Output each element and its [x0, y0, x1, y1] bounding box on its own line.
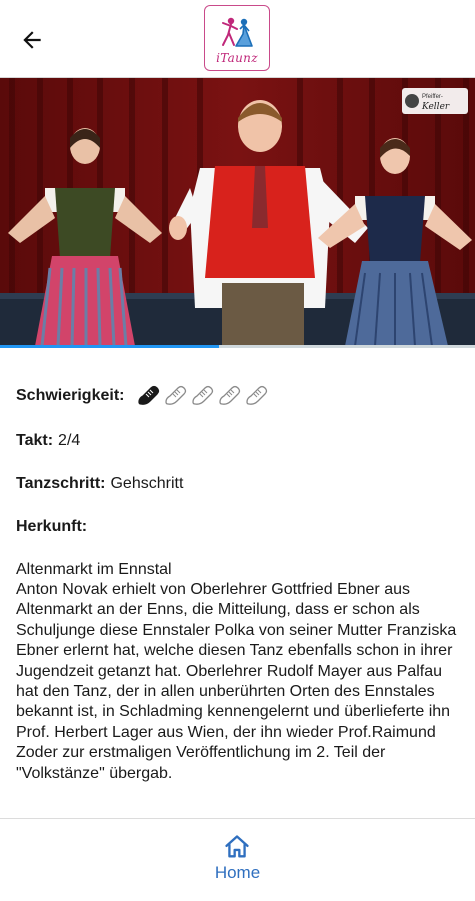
app-header: iTaunz [0, 0, 475, 78]
svg-text:Pfeiffer-: Pfeiffer- [422, 94, 443, 100]
nav-home-label: Home [214, 863, 261, 882]
dance-details: Schwierigkeit: Takt: 2/4 Tanzschritt: Ge… [16, 378, 462, 818]
difficulty-row: Schwierigkeit: [16, 382, 462, 408]
arrow-left-icon [23, 31, 41, 49]
dancing-couple-icon [222, 17, 253, 47]
herkunft-row: Herkunft: [16, 516, 462, 537]
dance-shoe-icon [165, 385, 187, 405]
logo-text: iTaunz [216, 51, 258, 65]
dance-shoe-icon [138, 385, 160, 405]
difficulty-label: Schwierigkeit: [16, 386, 125, 404]
tanzschritt-label: Tanzschritt: [16, 475, 106, 492]
dance-description: Anton Novak erhielt von Oberlehrer Gottf… [16, 581, 457, 782]
herkunft-value: Altenmarkt im Ennstal [16, 561, 172, 578]
dance-shoe-icon [192, 385, 214, 405]
takt-row: Takt: 2/4 [16, 430, 462, 451]
video-watermark: Pfeiffer- Keller [402, 88, 468, 114]
takt-value: 2/4 [58, 432, 81, 449]
svg-text:Keller: Keller [421, 102, 450, 112]
back-button[interactable] [14, 22, 50, 58]
dance-video[interactable]: Pfeiffer- Keller [0, 78, 475, 346]
nav-home[interactable]: Home [215, 819, 260, 901]
video-progress-fill [0, 345, 219, 348]
tanzschritt-row: Tanzschritt: Gehschritt [16, 473, 462, 494]
dance-shoe-icon [219, 385, 241, 405]
video-progress-bar[interactable] [0, 345, 475, 348]
app-logo: iTaunz [204, 5, 270, 71]
herkunft-label: Herkunft: [16, 518, 88, 535]
difficulty-rating [136, 382, 270, 408]
bottom-navigation: Home [0, 818, 475, 901]
video-frame-image: Pfeiffer- Keller [0, 78, 475, 346]
dance-shoe-icon [246, 385, 268, 405]
takt-label: Takt: [16, 432, 54, 449]
home-icon [225, 835, 250, 858]
tanzschritt-value: Gehschritt [110, 475, 184, 492]
